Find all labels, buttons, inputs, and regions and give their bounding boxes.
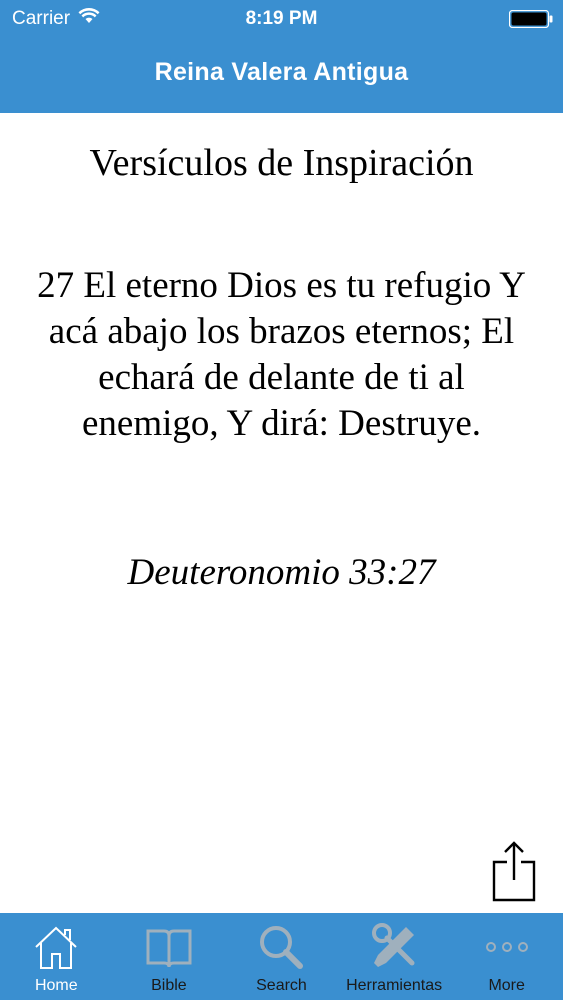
share-button[interactable] [491,840,537,902]
tools-icon [370,923,418,971]
tab-bar: Home Bible Search Herramientas More [0,913,563,1000]
tab-home[interactable]: Home [0,913,113,1000]
tab-bible-label: Bible [151,977,187,994]
tab-search[interactable]: Search [225,913,338,1000]
nav-title: Reina Valera Antigua [154,58,409,86]
tab-herramientas-label: Herramientas [346,977,443,994]
verse-reference: Deuteronomio 33:27 [127,552,436,593]
book-icon [145,923,193,971]
verse-text: 27 El eterno Dios es tu refugio Y acá ab… [37,265,526,444]
screen: Carrier 8:19 PM Reina Valera Antigua Ver… [0,0,563,1000]
section-title: Versículos de Inspiración [89,142,474,184]
tab-search-label: Search [256,977,307,994]
share-icon [492,841,536,902]
tab-home-label: Home [34,977,78,994]
tab-bible[interactable]: Bible [113,913,226,1000]
tab-more[interactable]: More [450,913,563,1000]
status-time: 8:19 PM [245,8,318,29]
tab-herramientas[interactable]: Herramientas [338,913,451,1000]
home-icon [32,923,80,971]
app-header: Carrier 8:19 PM Reina Valera Antigua [0,0,563,113]
battery-icon [508,9,553,34]
search-icon [257,923,305,971]
status-bar: Carrier 8:19 PM [0,0,563,38]
tab-more-label: More [488,977,525,994]
verse-content: Versículos de Inspiración 27 El eterno D… [0,113,563,913]
more-icon [483,923,531,971]
